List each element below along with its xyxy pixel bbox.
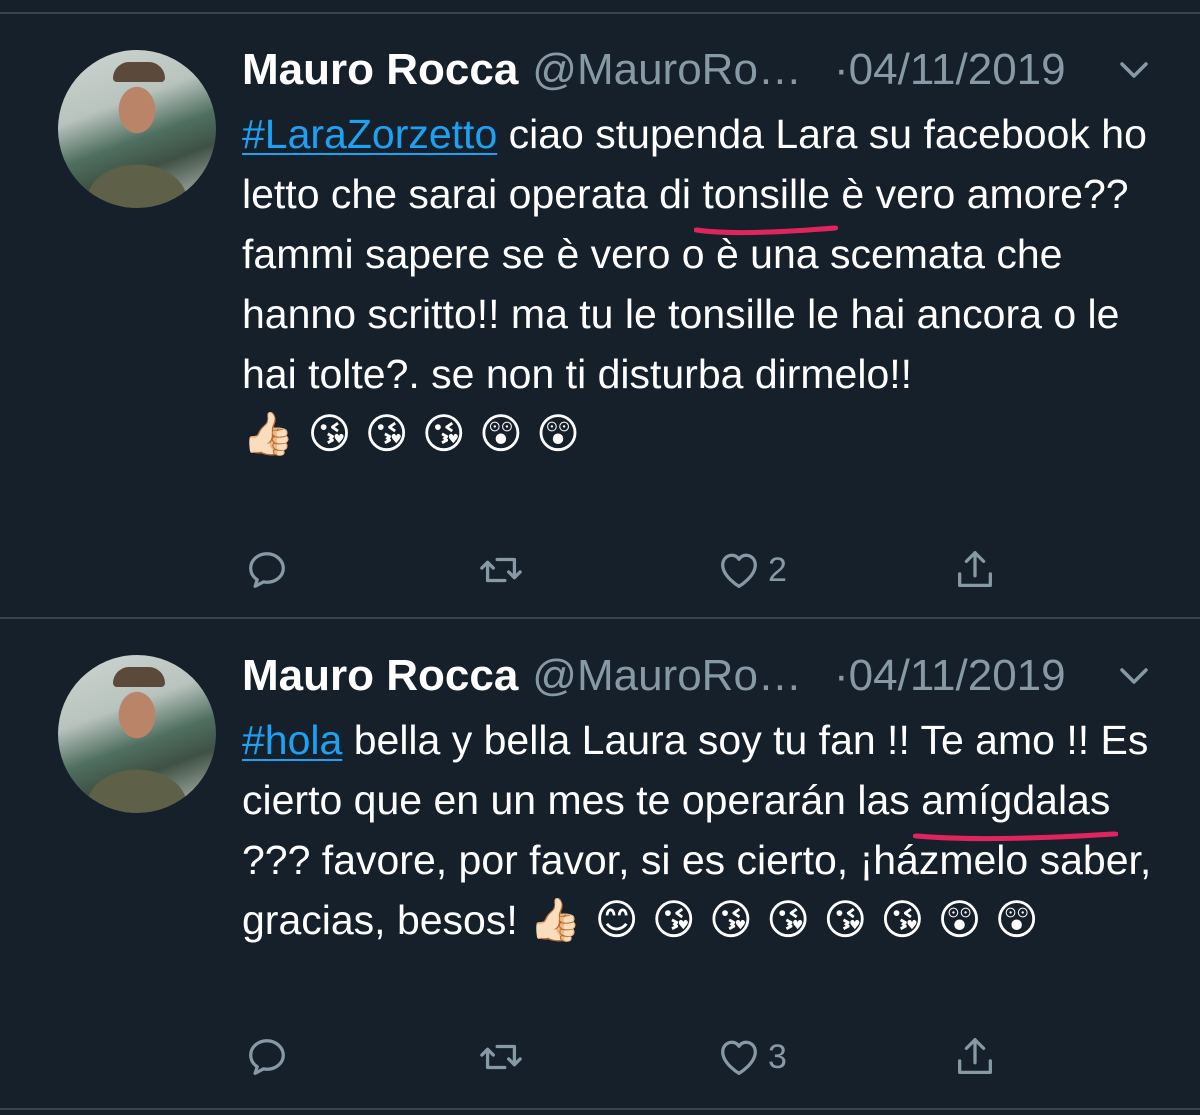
- like-count: 2: [768, 550, 787, 589]
- bottom-divider: [0, 1108, 1200, 1110]
- tweet-text: #hola bella y bella Laura soy tu fan !! …: [242, 710, 1162, 950]
- separator-dot: ·: [834, 45, 849, 94]
- heart-icon: [721, 1040, 757, 1075]
- avatar[interactable]: [58, 50, 216, 208]
- reply-button[interactable]: [244, 1027, 290, 1087]
- author-name[interactable]: Mauro Rocca: [242, 45, 518, 94]
- tweet-date[interactable]: 04/11/2019: [849, 45, 1066, 94]
- reply-icon: [249, 552, 285, 588]
- share-button[interactable]: [952, 1027, 998, 1087]
- like-button[interactable]: 2: [716, 540, 787, 600]
- share-icon: [958, 1038, 992, 1074]
- like-count: 3: [768, 1037, 787, 1076]
- separator-dot: ·: [834, 651, 849, 700]
- share-icon: [958, 551, 992, 587]
- tweet-actions: 2: [242, 540, 1042, 600]
- chevron-down-icon[interactable]: [1110, 652, 1158, 700]
- top-divider: [0, 12, 1200, 14]
- tweet-header: Mauro Rocca @MauroRo… ·04/11/2019: [242, 648, 1172, 704]
- highlighted-word: amígdalas: [913, 770, 1119, 842]
- tweet-divider: [0, 617, 1200, 619]
- reply-button[interactable]: [244, 540, 290, 600]
- retweet-button[interactable]: [478, 540, 524, 600]
- hashtag-link[interactable]: #LaraZorzetto: [242, 111, 497, 157]
- tweet-header: Mauro Rocca @MauroRo… ·04/11/2019: [242, 42, 1172, 98]
- like-button[interactable]: 3: [716, 1027, 787, 1087]
- author-name[interactable]: Mauro Rocca: [242, 651, 518, 700]
- avatar[interactable]: [58, 655, 216, 813]
- reply-icon: [249, 1039, 285, 1075]
- retweet-button[interactable]: [478, 1027, 524, 1087]
- chevron-down-icon[interactable]: [1110, 46, 1158, 94]
- share-button[interactable]: [952, 540, 998, 600]
- author-handle[interactable]: @MauroRo…: [532, 45, 802, 94]
- emoji-row: 👍🏻 😊 😘 😘 😘 😘 😘 😲 😲: [529, 895, 1039, 944]
- highlighted-word: tonsille: [694, 164, 839, 236]
- emoji-row: 👍🏻 😘 😘 😘 😲 😲: [242, 409, 580, 458]
- retweet-icon: [480, 1044, 522, 1070]
- retweet-icon: [480, 557, 522, 583]
- tweet-actions: 3: [242, 1027, 1042, 1087]
- heart-icon: [721, 553, 757, 588]
- hashtag-link[interactable]: #hola: [242, 717, 342, 763]
- tweet-date[interactable]: 04/11/2019: [849, 651, 1066, 700]
- tweet-text: #LaraZorzetto ciao stupenda Lara su face…: [242, 104, 1162, 464]
- author-handle[interactable]: @MauroRo…: [532, 651, 802, 700]
